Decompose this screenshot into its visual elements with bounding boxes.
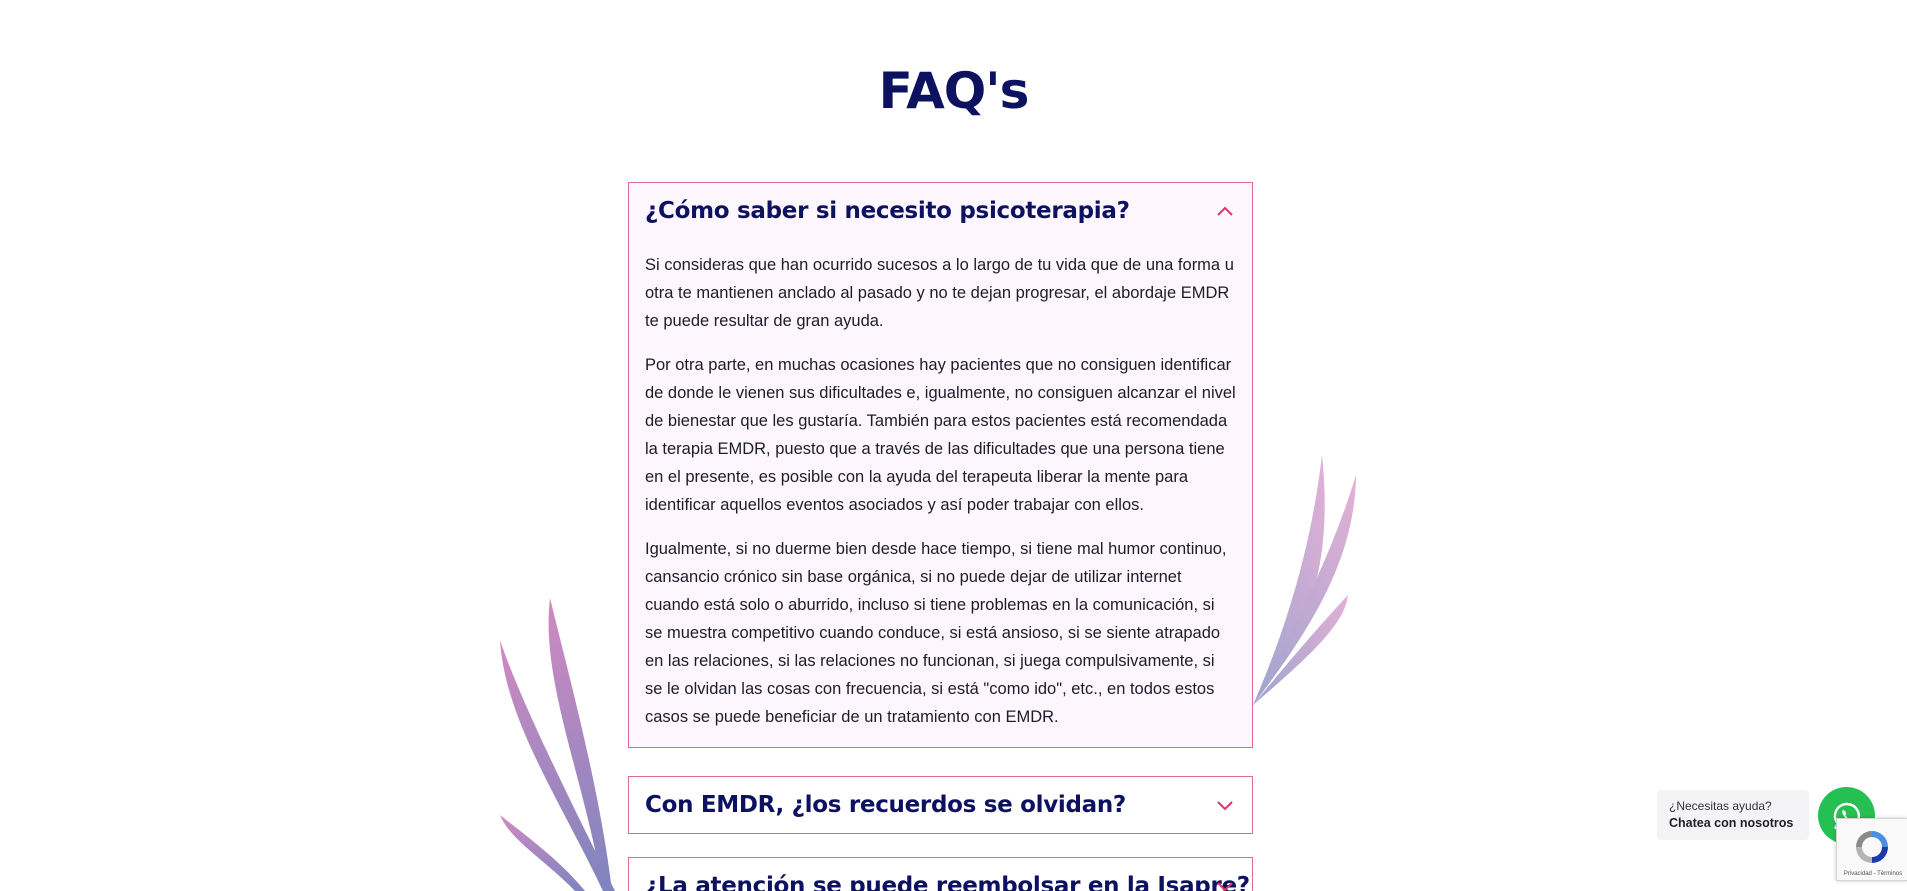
faq-question: ¿La atención se puede reembolsar en la I… — [645, 873, 1250, 891]
faq-answer-paragraph: Por otra parte, en muchas ocasiones hay … — [645, 356, 1236, 514]
faq-item: ¿Cómo saber si necesito psicoterapia? Si… — [628, 182, 1253, 748]
faq-question-toggle[interactable]: ¿La atención se puede reembolsar en la I… — [629, 858, 1252, 891]
chevron-down-icon — [1217, 882, 1233, 891]
faq-question: ¿Cómo saber si necesito psicoterapia? — [645, 198, 1130, 224]
chevron-up-icon — [1217, 206, 1233, 216]
faq-question-toggle[interactable]: ¿Cómo saber si necesito psicoterapia? — [629, 183, 1252, 239]
faq-item: ¿La atención se puede reembolsar en la I… — [628, 857, 1253, 891]
faq-answer: Si consideras que han ocurrido sucesos a… — [629, 239, 1252, 747]
page-title: FAQ's — [878, 62, 1030, 120]
chat-prompt-line1: ¿Necesitas ayuda? — [1669, 799, 1772, 813]
chat-prompt-line2: Chatea con nosotros — [1669, 816, 1794, 830]
chevron-down-icon — [1217, 801, 1233, 811]
chat-prompt[interactable]: ¿Necesitas ayuda? Chatea con nosotros — [1657, 790, 1809, 840]
recaptcha-icon — [1856, 831, 1888, 863]
faq-question-toggle[interactable]: Con EMDR, ¿los recuerdos se olvidan? — [629, 777, 1252, 833]
faq-answer-paragraph: Si consideras que han ocurrido sucesos a… — [645, 256, 1234, 330]
recaptcha-badge[interactable]: Privacidad - Términos — [1836, 818, 1907, 881]
faq-question: Con EMDR, ¿los recuerdos se olvidan? — [645, 792, 1126, 818]
recaptcha-links[interactable]: Privacidad - Términos — [1841, 871, 1905, 877]
faq-answer-paragraph: Igualmente, si no duerme bien desde hace… — [645, 540, 1227, 726]
faq-item: Con EMDR, ¿los recuerdos se olvidan? — [628, 776, 1253, 834]
